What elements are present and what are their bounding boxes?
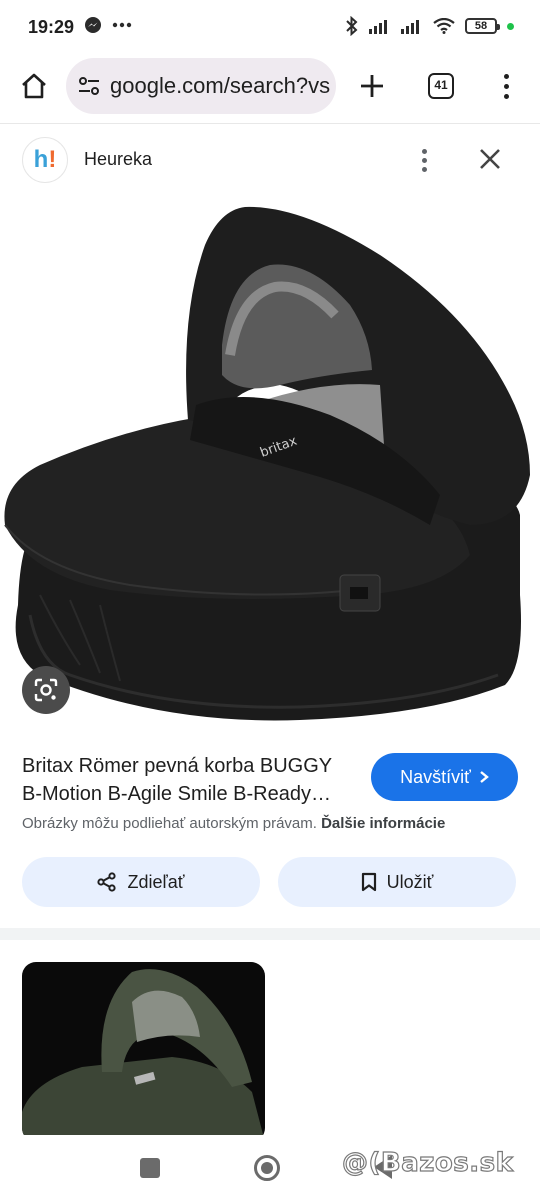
status-left-icons bbox=[84, 16, 132, 34]
battery-icon: 58 bbox=[465, 18, 500, 34]
close-icon[interactable] bbox=[476, 145, 504, 173]
copyright-caption: Obrázky môžu podliehať autorským právam.… bbox=[22, 815, 445, 832]
status-right-icons: 58 bbox=[345, 16, 514, 36]
plus-icon bbox=[361, 75, 383, 97]
status-bar: 19:29 58 bbox=[0, 0, 540, 52]
watermark: @(Bazos.sk bbox=[341, 1147, 514, 1178]
signal-icon-2 bbox=[401, 20, 419, 34]
save-button[interactable]: Uložiť bbox=[278, 857, 516, 907]
bluetooth-icon bbox=[346, 16, 358, 36]
tab-switcher-button[interactable]: 41 bbox=[428, 73, 454, 99]
google-lens-button[interactable] bbox=[22, 666, 70, 714]
bassinet-image: britax bbox=[4, 206, 530, 721]
home-button[interactable] bbox=[16, 68, 52, 104]
product-title[interactable]: Britax Römer pevná korba BUGGY B-Motion … bbox=[22, 752, 357, 808]
section-divider bbox=[0, 928, 540, 940]
source-favicon: h! bbox=[22, 137, 68, 183]
browser-toolbar: google.com/search?vs 41 bbox=[0, 52, 540, 124]
privacy-indicator-dot bbox=[507, 22, 514, 30]
image-source-header: h! Heureka bbox=[0, 125, 540, 195]
product-title-line-1: Britax Römer pevná korba BUGGY bbox=[22, 755, 333, 777]
related-image-card[interactable] bbox=[22, 962, 265, 1142]
save-label: Uložiť bbox=[386, 871, 434, 892]
share-icon bbox=[97, 872, 117, 892]
source-menu-button[interactable] bbox=[414, 145, 434, 175]
related-bassinet-image bbox=[22, 969, 265, 1142]
caption-text: Obrázky môžu podliehať autorským právam. bbox=[22, 815, 317, 832]
home-icon bbox=[22, 73, 46, 99]
product-title-line-2: B-Motion B-Agile Smile B-Ready… bbox=[22, 783, 331, 805]
url-text: google.com/search?vs bbox=[110, 73, 331, 98]
status-time: 19:29 bbox=[28, 17, 75, 37]
more-info-link[interactable]: Ďalšie informácie bbox=[321, 815, 445, 832]
site-settings-icon[interactable] bbox=[78, 76, 100, 96]
browser-menu-button[interactable] bbox=[494, 68, 518, 104]
visit-button[interactable]: Navštíviť bbox=[371, 753, 518, 801]
bookmark-icon bbox=[361, 872, 376, 892]
signal-icon bbox=[369, 20, 387, 34]
chevron-right-icon bbox=[480, 771, 489, 783]
messenger-icon bbox=[85, 17, 101, 33]
share-label: Zdieľať bbox=[127, 871, 185, 892]
visit-label: Navštíviť bbox=[400, 766, 471, 787]
address-bar[interactable]: google.com/search?vs bbox=[66, 58, 336, 114]
source-name: Heureka bbox=[84, 149, 153, 169]
new-tab-button[interactable] bbox=[354, 68, 390, 104]
more-dots-icon bbox=[112, 22, 132, 28]
system-home-button[interactable] bbox=[254, 1155, 280, 1181]
share-button[interactable]: Zdieľať bbox=[22, 857, 260, 907]
wifi-icon bbox=[433, 18, 455, 34]
recents-button[interactable] bbox=[140, 1158, 160, 1178]
lens-icon bbox=[34, 678, 58, 702]
product-image[interactable]: britax bbox=[0, 195, 540, 735]
